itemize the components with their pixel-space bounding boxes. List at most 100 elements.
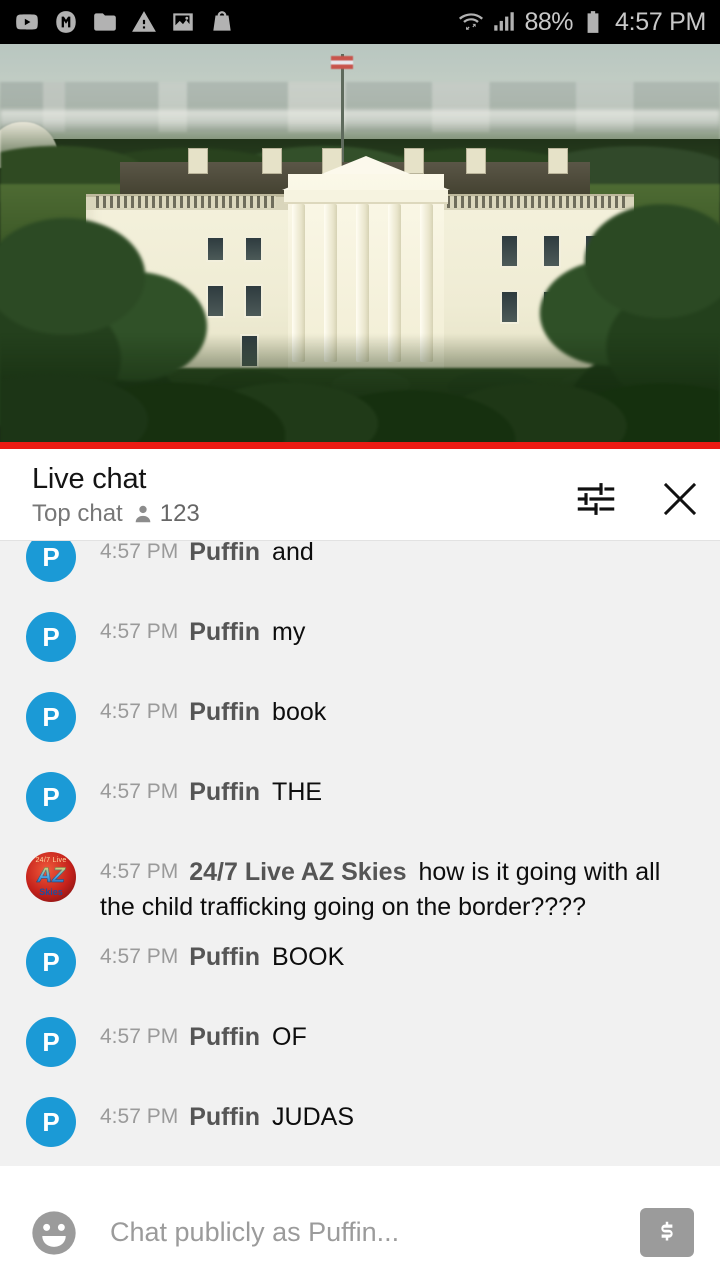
avatar-initial: P <box>42 1107 60 1137</box>
message-author[interactable]: Puffin <box>189 1023 260 1051</box>
message-author[interactable]: Puffin <box>189 541 260 566</box>
emoji-smiley-icon <box>32 1210 76 1255</box>
shopping-bag-icon <box>213 11 231 31</box>
avatar[interactable]: P <box>26 1097 76 1147</box>
chat-message[interactable]: P 4:57 PM Puffin THE <box>0 759 720 839</box>
tune-icon <box>577 483 615 515</box>
message-timestamp: 4:57 PM <box>100 700 179 723</box>
message-timestamp: 4:57 PM <box>100 541 179 563</box>
chat-settings-button[interactable] <box>574 477 618 521</box>
app-root: 88% 4:57 PM Live chat Top chat 123 P 4:5… <box>0 0 720 1280</box>
message-body: 4:57 PM Puffin book <box>100 679 696 730</box>
avatar-top-text: 24/7 Live <box>35 857 67 864</box>
viewer-count: 123 <box>159 500 200 528</box>
avatar-main-text: AZ <box>26 865 76 887</box>
person-icon <box>135 506 151 523</box>
page-title: Live chat <box>32 463 147 495</box>
message-author[interactable]: 24/7 Live AZ Skies <box>189 858 406 886</box>
emoji-picker-button[interactable] <box>26 1205 82 1261</box>
message-timestamp: 4:57 PM <box>100 1105 179 1128</box>
avatar-initial: P <box>42 622 60 652</box>
close-icon <box>663 482 697 516</box>
entablature <box>284 190 448 204</box>
avatar[interactable]: P <box>26 937 76 987</box>
message-body: 4:57 PM 24/7 Live AZ Skies how is it going… <box>100 839 696 924</box>
chat-header-subtitle: Top chat 123 <box>32 500 574 528</box>
chat-message[interactable]: P 4:57 PM Puffin book <box>0 679 720 759</box>
message-timestamp: 4:57 PM <box>100 945 179 968</box>
avatar[interactable]: P <box>26 692 76 742</box>
chat-mode-label[interactable]: Top chat <box>32 500 123 528</box>
status-bar-system-icons: 88% 4:57 PM <box>458 8 706 37</box>
chat-message-container: P 4:57 PM Puffin and P 4:57 PM Puffin my P 4:57 P… <box>0 541 720 1164</box>
chat-message[interactable]: P 4:57 PM Puffin and <box>0 541 720 599</box>
chat-input[interactable] <box>110 1217 628 1248</box>
avatar-initial: P <box>42 702 60 732</box>
message-timestamp: 4:57 PM <box>100 860 179 883</box>
message-author[interactable]: Puffin <box>189 943 260 971</box>
chat-message-list[interactable]: P 4:57 PM Puffin and P 4:57 PM Puffin my P 4:57 P… <box>0 541 720 1166</box>
chat-message[interactable]: P 4:57 PM Puffin OF <box>0 1004 720 1084</box>
chat-message[interactable]: P 4:57 PM Puffin JUDAS <box>0 1084 720 1164</box>
message-author[interactable]: Puffin <box>189 698 260 726</box>
message-body: 4:57 PM Puffin OF <box>100 1004 696 1055</box>
avatar-initial: P <box>42 542 60 572</box>
message-body: 4:57 PM Puffin THE <box>100 759 696 810</box>
message-text: JUDAS <box>272 1103 355 1131</box>
super-chat-button[interactable] <box>640 1208 694 1257</box>
avatar[interactable]: P <box>26 612 76 662</box>
chat-message[interactable]: P 4:57 PM Puffin my <box>0 599 720 679</box>
youtube-icon <box>16 14 38 30</box>
battery-icon <box>587 11 599 33</box>
chat-header-actions <box>574 463 702 521</box>
message-text: OF <box>272 1023 307 1051</box>
message-timestamp: 4:57 PM <box>100 1025 179 1048</box>
m-app-icon <box>56 11 76 33</box>
folder-icon <box>94 13 116 31</box>
video-progress-bar[interactable] <box>0 442 720 449</box>
warning-icon <box>132 11 156 32</box>
avatar[interactable]: 24/7 Live AZ Skies <box>26 852 76 902</box>
message-timestamp: 4:57 PM <box>100 620 179 643</box>
photo-icon <box>173 13 193 31</box>
message-author[interactable]: Puffin <box>189 1103 260 1131</box>
avatar[interactable]: P <box>26 541 76 582</box>
message-body: 4:57 PM Puffin and <box>100 541 696 570</box>
message-text: BOOK <box>272 943 345 971</box>
avatar[interactable]: P <box>26 772 76 822</box>
status-bar: 88% 4:57 PM <box>0 0 720 44</box>
avatar-initial: P <box>42 947 60 977</box>
message-text: book <box>272 698 327 726</box>
message-text: my <box>272 618 306 646</box>
foreground-trees <box>0 334 720 449</box>
chat-message[interactable]: 24/7 Live AZ Skies 4:57 PM 24/7 Live AZ Skie… <box>0 839 720 924</box>
close-chat-button[interactable] <box>658 477 702 521</box>
viewer-count-group: 123 <box>132 500 200 528</box>
cell-signal-icon <box>494 12 515 31</box>
message-text: and <box>272 541 314 566</box>
avatar-initial: P <box>42 1027 60 1057</box>
message-author[interactable]: Puffin <box>189 618 260 646</box>
dollar-icon <box>661 1221 673 1240</box>
message-body: 4:57 PM Puffin BOOK <box>100 924 696 975</box>
status-bar-clock: 4:57 PM <box>614 7 706 36</box>
us-flag <box>331 56 353 69</box>
wifi-icon <box>459 13 484 30</box>
battery-percent-label: 88% <box>524 7 573 36</box>
message-text: THE <box>272 778 323 806</box>
avatar-initial: P <box>42 782 60 812</box>
avatar-bottom-text: Skies <box>39 887 63 897</box>
avatar[interactable]: P <box>26 1017 76 1067</box>
chat-header-titles: Live chat Top chat 123 <box>32 463 574 528</box>
video-player[interactable] <box>0 44 720 449</box>
chat-composer <box>0 1185 720 1280</box>
message-timestamp: 4:57 PM <box>100 780 179 803</box>
message-author[interactable]: Puffin <box>189 778 260 806</box>
balustrade-left <box>96 196 276 208</box>
live-chat-header: Live chat Top chat 123 <box>0 449 720 541</box>
chat-message[interactable]: P 4:57 PM Puffin BOOK <box>0 924 720 1004</box>
video-frame <box>0 44 720 449</box>
message-body: 4:57 PM Puffin JUDAS <box>100 1084 696 1135</box>
message-body: 4:57 PM Puffin my <box>100 599 696 650</box>
status-bar-notification-icons <box>14 9 235 35</box>
